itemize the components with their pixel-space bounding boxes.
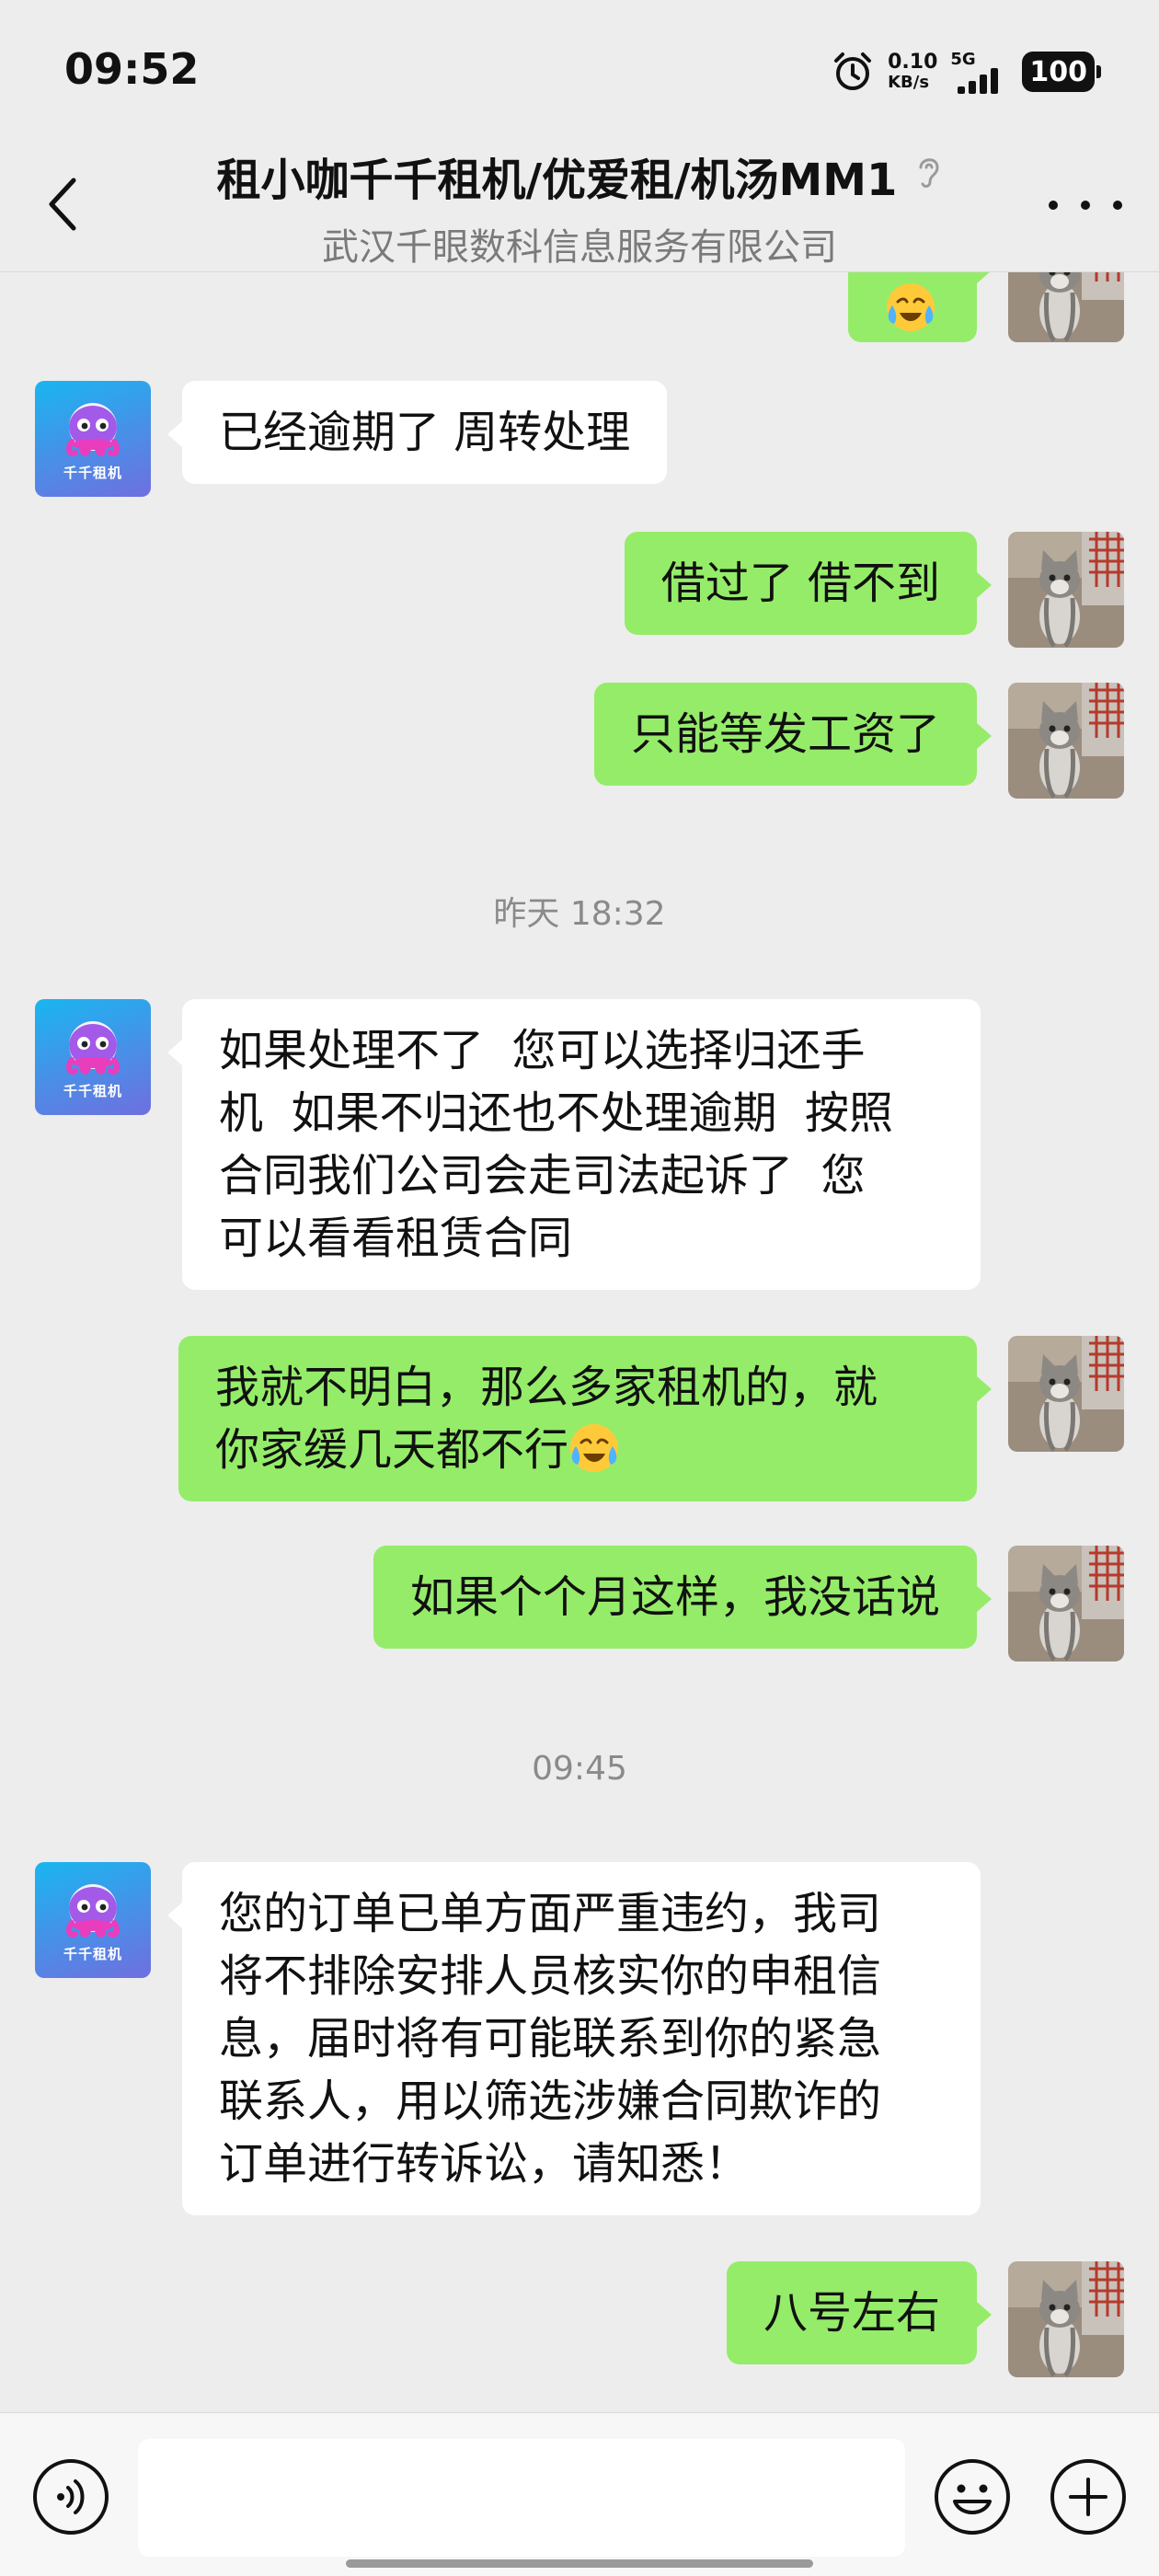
message-text-line: 可以看看租赁合同 — [219, 1213, 573, 1264]
chat-header: 租小咖千千租机/优爱租/机汤MM1 武汉千眼数科信息服务有限公司 — [0, 138, 1159, 272]
avatar-brand-text: 千千租机 — [63, 465, 122, 481]
more-button[interactable] — [1049, 191, 1122, 219]
message-input[interactable] — [138, 2439, 905, 2557]
ear-icon — [919, 158, 939, 188]
message-text-line: 联系人，用以筛选涉嫌合同欺诈的 — [219, 2076, 882, 2127]
input-bar — [0, 2412, 1159, 2576]
net-speed-unit: KB/s — [888, 73, 930, 92]
message-text-line: 您的订单已单方面严重违约，我司 — [219, 1888, 882, 1939]
voice-button[interactable] — [31, 2457, 110, 2536]
more-dot-icon — [1081, 201, 1090, 210]
user-avatar[interactable] — [1008, 1336, 1124, 1452]
message-timestamp: 昨天 18:32 — [493, 895, 666, 933]
message-bubble-sent[interactable]: 我就不明白，那么多家租机的，就 你家缓几天都不行 — [178, 1336, 992, 1501]
message-text-line: 息，届时将有可能联系到你的紧急 — [219, 2013, 882, 2064]
message-text: 你家缓几天都不行 — [215, 1424, 569, 1476]
message-text: 借过了 借不到 — [660, 558, 940, 609]
net-speed: 0.10 KB/s — [888, 52, 937, 91]
message-text-line: 机 如果不归还也不处理逾期 按照 — [219, 1087, 894, 1139]
message-bubble-received[interactable]: 您的订单已单方面严重违约，我司 将不排除安排人员核实你的申租信 息，届时将有可能… — [167, 1862, 981, 2215]
contact-avatar[interactable]: 千千租机 — [35, 999, 151, 1115]
cat-avatar-icon — [1008, 2261, 1124, 2377]
contact-avatar[interactable]: 千千租机 — [35, 381, 151, 497]
signal-bars-icon — [958, 68, 999, 94]
plus-button[interactable] — [1049, 2457, 1128, 2536]
more-dot-icon — [1113, 201, 1122, 210]
message-bubble-sent[interactable]: 只能等发工资了 — [593, 683, 993, 786]
more-dot-icon — [1049, 201, 1058, 210]
cat-avatar-icon — [1008, 1336, 1124, 1452]
status-bar: 09:52 0.10 KB/s 5G 100 — [0, 0, 1159, 138]
cat-avatar-icon — [1008, 1546, 1124, 1662]
message-bubble-received[interactable]: 已经逾期了 周转处理 — [166, 381, 668, 484]
chat-area[interactable]: 千千租机 已经逾期了 周转处理 借过了 借不到 只能等发工资了 昨天 18:32… — [0, 272, 1159, 2412]
message-text-line: 你家缓几天都不行 — [215, 1419, 940, 1481]
message-text-line: 如果处理不了 您可以选择归还手 — [219, 1025, 866, 1076]
contact-avatar[interactable]: 千千租机 — [35, 1862, 151, 1978]
status-icons: 0.10 KB/s 5G 100 — [831, 46, 1101, 98]
user-avatar[interactable] — [1008, 683, 1124, 799]
message-text: 只能等发工资了 — [630, 708, 940, 760]
message-text-line: 合同我们公司会走司法起诉了 您 — [219, 1150, 866, 1202]
emoji-button[interactable] — [933, 2457, 1012, 2536]
cat-avatar-icon — [1008, 272, 1124, 342]
voice-icon — [33, 2459, 109, 2535]
battery-indicator: 100 — [1022, 52, 1101, 92]
message-text: 已经逾期了 周转处理 — [219, 407, 631, 458]
user-avatar[interactable] — [1008, 272, 1124, 342]
message-text-line: 我就不明白，那么多家租机的，就 — [215, 1362, 878, 1413]
plus-icon — [1050, 2459, 1126, 2535]
message-timestamp: 09:45 — [532, 1750, 627, 1788]
message-bubble-sent[interactable]: 八号左右 — [726, 2261, 993, 2364]
cat-avatar-icon — [1008, 683, 1124, 799]
user-avatar[interactable] — [1008, 2261, 1124, 2377]
message-text-line: 订单进行转诉讼，请知悉！ — [219, 2138, 750, 2190]
crying-laughing-emoji-icon — [885, 282, 936, 333]
user-avatar[interactable] — [1008, 1546, 1124, 1662]
alarm-icon — [834, 52, 872, 90]
message-text-line: 将不排除安排人员核实你的申租信 — [219, 1950, 882, 2002]
user-avatar[interactable] — [1008, 532, 1124, 648]
chat-subtitle: 武汉千眼数科信息服务有限公司 — [322, 226, 837, 269]
avatar-brand-text: 千千租机 — [63, 1946, 122, 1962]
message-bubble-sent[interactable]: 借过了 借不到 — [624, 532, 993, 635]
message-bubble-sent[interactable]: 如果个个月这样，我没话说 — [373, 1546, 993, 1649]
status-time: 09:52 — [64, 44, 200, 94]
net-speed-value: 0.10 — [888, 51, 938, 74]
message-bubble-sent[interactable] — [848, 272, 992, 342]
avatar-brand-text: 千千租机 — [63, 1083, 122, 1099]
chevron-left-icon — [49, 178, 76, 231]
smiley-icon — [935, 2459, 1010, 2535]
home-indicator[interactable] — [346, 2559, 813, 2568]
message-text: 八号左右 — [763, 2287, 940, 2339]
cat-avatar-icon — [1008, 532, 1124, 648]
back-button[interactable] — [37, 171, 88, 237]
title-block: 租小咖千千租机/优爱租/机汤MM1 武汉千眼数科信息服务有限公司 — [138, 144, 1021, 270]
chat-title: 租小咖千千租机/优爱租/机汤MM1 — [216, 155, 898, 206]
crying-laughing-emoji-icon — [568, 1422, 620, 1474]
signal-indicator: 5G — [950, 50, 1009, 94]
message-text: 如果个个月这样，我没话说 — [409, 1571, 940, 1623]
message-bubble-received[interactable]: 如果处理不了 您可以选择归还手 机 如果不归还也不处理逾期 按照 合同我们公司会… — [167, 999, 981, 1290]
